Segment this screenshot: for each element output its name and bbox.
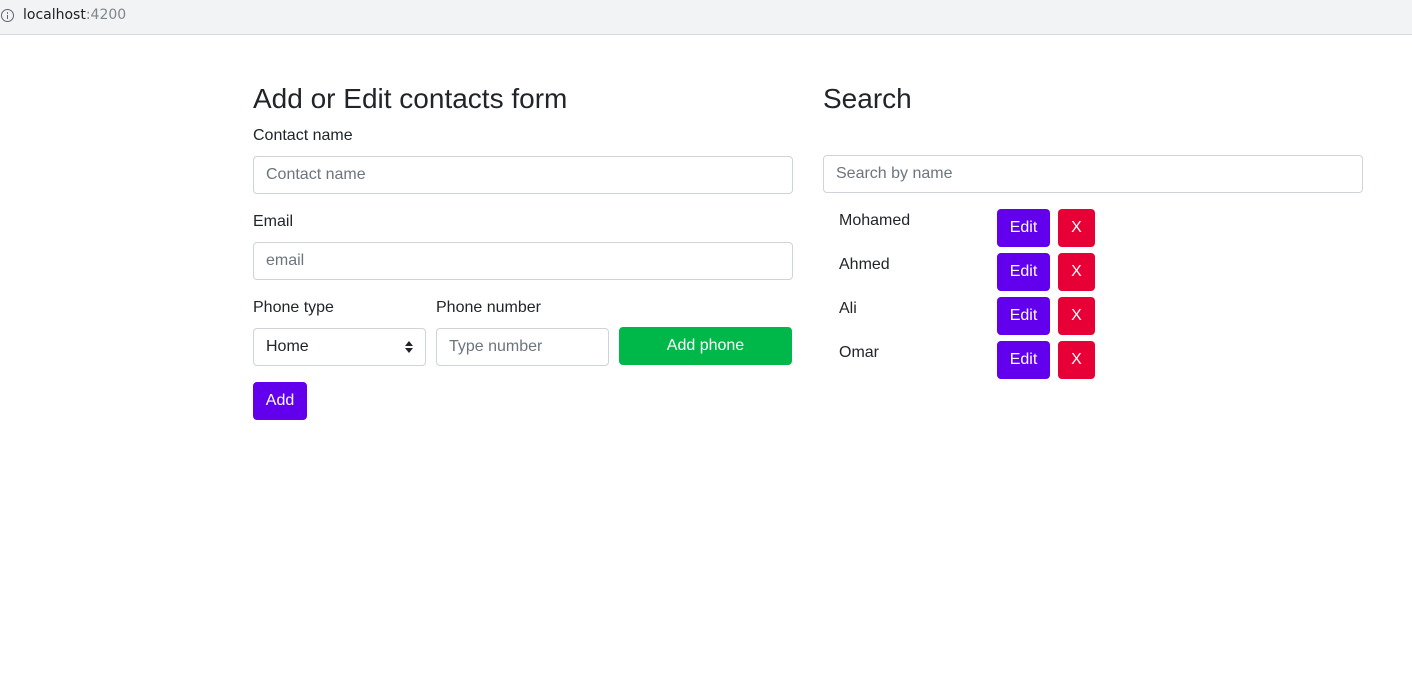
contact-name: Ali <box>839 300 857 317</box>
search-panel: Search <box>823 80 1363 118</box>
contact-name: Ahmed <box>839 256 890 273</box>
delete-button[interactable]: X <box>1058 341 1095 379</box>
contact-name-label: Contact name <box>253 127 353 144</box>
form-title: Add or Edit contacts form <box>253 83 568 114</box>
phone-number-input[interactable] <box>436 328 609 366</box>
phone-type-label: Phone type <box>253 299 334 316</box>
contact-name: Mohamed <box>839 212 911 229</box>
delete-button[interactable]: X <box>1058 297 1095 335</box>
contact-form: Add or Edit contacts form <box>253 80 793 118</box>
email-label: Email <box>253 213 294 230</box>
contact-name-input[interactable] <box>253 156 793 194</box>
edit-button[interactable]: Edit <box>997 209 1050 247</box>
contact-name: Omar <box>839 344 879 361</box>
url-host: localhost <box>23 7 86 23</box>
delete-button[interactable]: X <box>1058 209 1095 247</box>
search-title: Search <box>823 83 912 114</box>
edit-button[interactable]: Edit <box>997 253 1050 291</box>
phone-number-label: Phone number <box>436 299 541 316</box>
edit-button[interactable]: Edit <box>997 341 1050 379</box>
phone-type-selected-value: Home <box>266 338 309 355</box>
edit-button[interactable]: Edit <box>997 297 1050 335</box>
email-input[interactable] <box>253 242 793 280</box>
browser-address-bar: localhost:4200 <box>0 0 1412 35</box>
delete-button[interactable]: X <box>1058 253 1095 291</box>
add-phone-button[interactable]: Add phone <box>619 327 792 365</box>
search-input[interactable] <box>823 155 1363 193</box>
add-contact-button[interactable]: Add <box>253 382 307 420</box>
phone-type-select[interactable]: Home <box>253 328 426 366</box>
url-display[interactable]: localhost:4200 <box>23 7 126 23</box>
select-arrows-icon <box>405 341 413 354</box>
info-icon[interactable] <box>1 9 14 22</box>
url-port: :4200 <box>85 7 127 23</box>
